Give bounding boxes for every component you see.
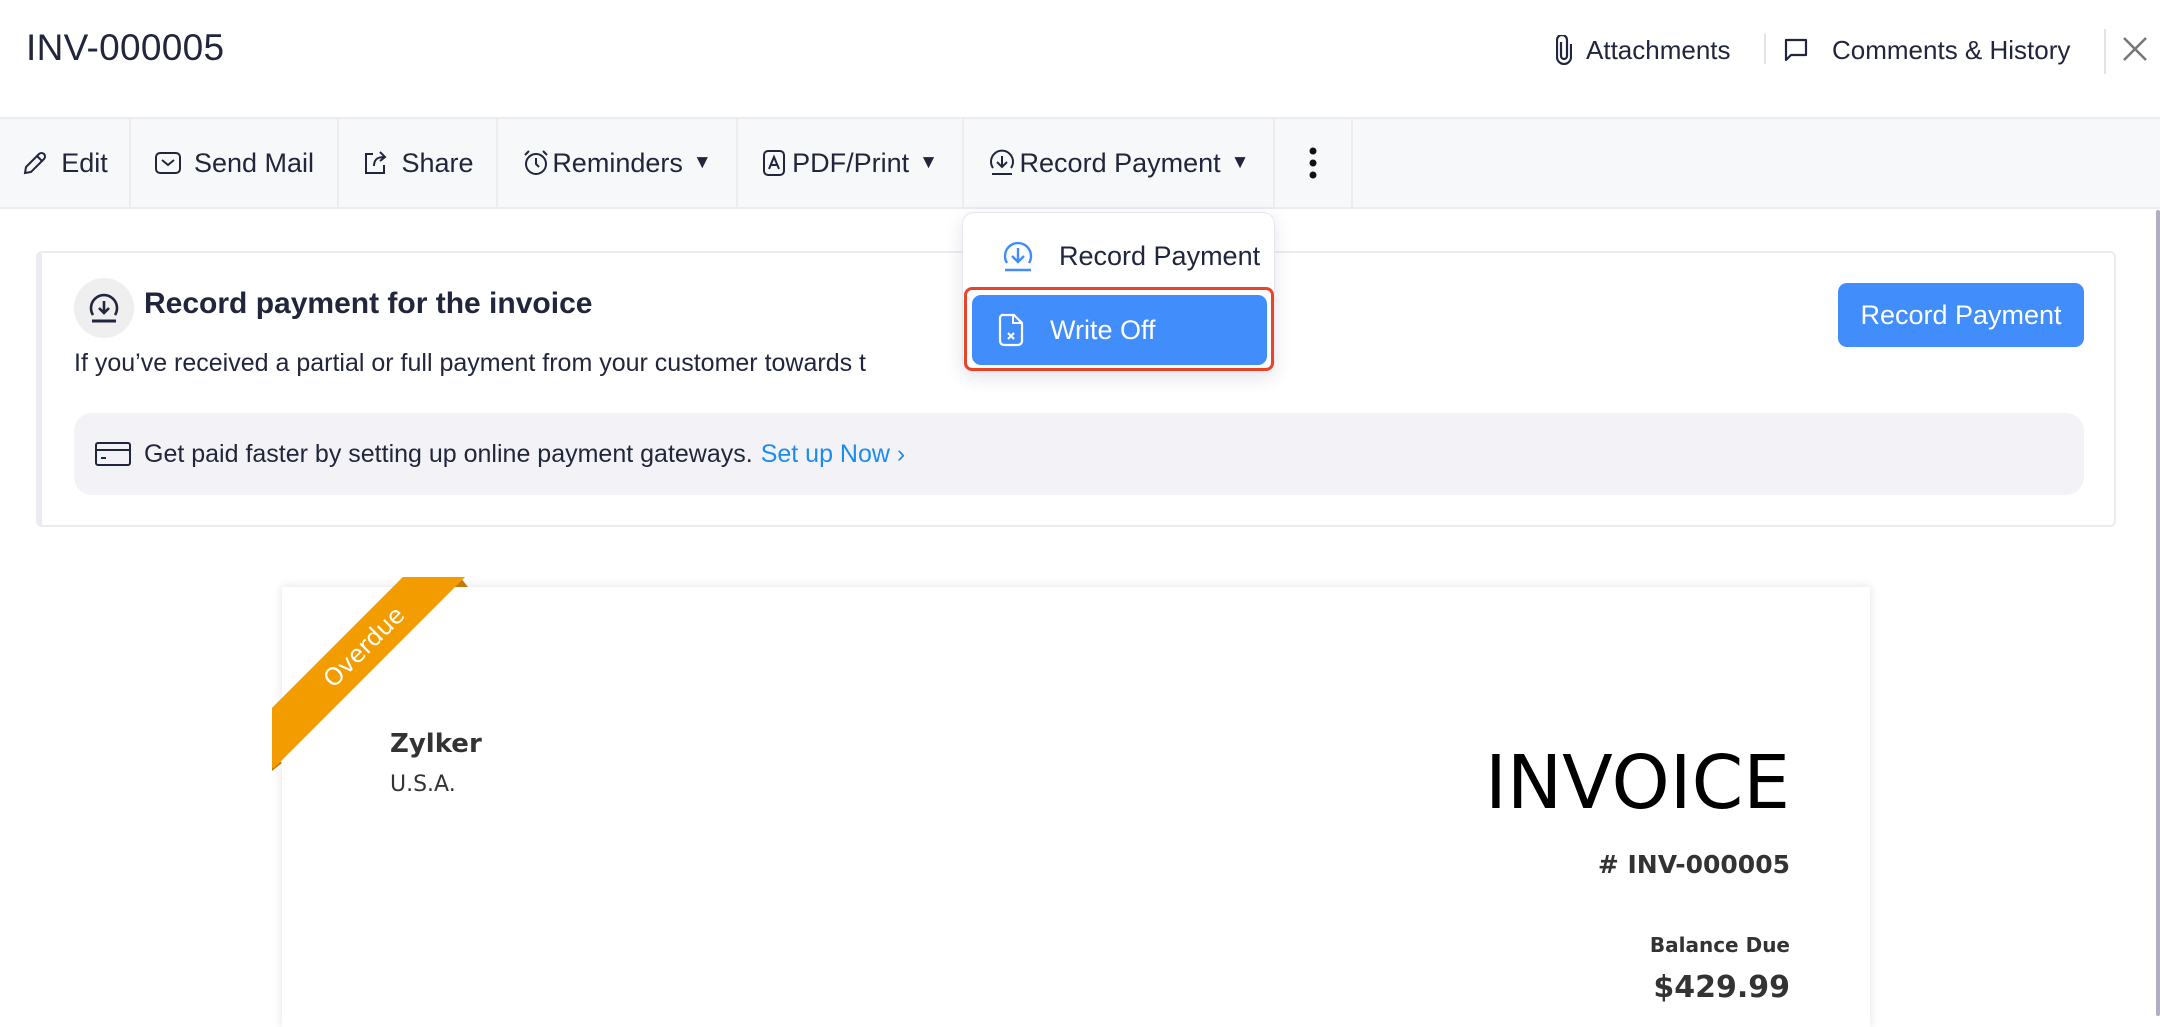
menu-item-write-off[interactable]: Write Off <box>972 295 1267 365</box>
card-description-start: If you’ve received a partial or full pay… <box>74 349 866 377</box>
overdue-badge: Overdue <box>272 577 472 769</box>
more-options-button[interactable] <box>1275 119 1353 207</box>
download-circle-icon <box>1003 241 1033 272</box>
gateway-text: Get paid faster by setting up online pay… <box>144 439 753 468</box>
header-divider <box>2104 29 2106 74</box>
menu-item-record-payment[interactable]: Record Payment <box>973 223 1266 289</box>
caret-down-icon: ▼ <box>919 152 938 173</box>
vertical-scrollbar[interactable] <box>2156 210 2160 1016</box>
attachments-label: Attachments <box>1586 34 1731 65</box>
more-vertical-icon <box>1309 147 1317 179</box>
page-title: INV-000005 <box>26 27 225 68</box>
header-divider <box>1764 34 1766 64</box>
status-ribbon: Overdue <box>272 577 472 777</box>
send-mail-button[interactable]: Send Mail <box>131 119 339 207</box>
caret-down-icon: ▼ <box>692 152 712 173</box>
set-up-now-link[interactable]: Set up Now › <box>761 440 906 469</box>
caret-down-icon: ▼ <box>1230 152 1250 173</box>
download-circle-icon <box>89 293 119 323</box>
card-title: Record payment for the invoice <box>144 287 593 320</box>
close-button[interactable] <box>2121 35 2153 67</box>
invoice-number: # INV-000005 <box>1597 850 1790 879</box>
pdf-print-label: PDF/Print <box>792 147 910 178</box>
attachments-button[interactable]: Attachments <box>1556 32 1731 68</box>
close-icon <box>2123 37 2147 61</box>
menu-item-label: Write Off <box>1050 314 1156 345</box>
pdf-print-button[interactable]: PDF/Print ▼ <box>738 119 964 207</box>
invoice-heading: INVOICE <box>1485 740 1790 826</box>
record-payment-menu: Record Payment Write Off <box>962 212 1275 372</box>
reminders-button[interactable]: Reminders ▼ <box>498 119 738 207</box>
comment-icon <box>1784 38 1808 62</box>
file-x-icon <box>998 313 1024 347</box>
balance-due-value: $429.99 <box>1653 970 1790 1005</box>
comments-label: Comments & History <box>1832 34 2071 65</box>
record-payment-dropdown-button[interactable]: Record Payment ▼ <box>964 119 1275 207</box>
alarm-clock-icon <box>524 150 549 175</box>
record-payment-card-icon <box>74 278 134 338</box>
reminders-label: Reminders <box>552 147 683 178</box>
share-icon <box>365 151 387 174</box>
share-button[interactable]: Share <box>339 119 498 207</box>
send-mail-label: Send Mail <box>193 147 315 178</box>
comments-history-button[interactable]: Comments & History <box>1782 32 2070 68</box>
pencil-icon <box>24 151 47 175</box>
payment-gateway-banner: Get paid faster by setting up online pay… <box>74 413 2084 495</box>
paperclip-icon <box>1556 35 1572 65</box>
share-label: Share <box>401 147 474 178</box>
mail-icon <box>154 152 181 174</box>
pdf-icon <box>763 150 786 176</box>
balance-due-label: Balance Due <box>1649 933 1790 957</box>
edit-button[interactable]: Edit <box>0 119 131 207</box>
record-payment-label: Record Payment <box>1019 147 1221 178</box>
page-header: INV-000005 Attachments Comments & Histor… <box>0 0 2160 117</box>
credit-card-icon <box>95 442 131 466</box>
download-circle-icon <box>989 149 1014 175</box>
toolbar: Edit Send Mail Share Reminders ▼ PDF/Pri… <box>0 117 2160 209</box>
record-payment-button[interactable]: Record Payment <box>1838 283 2084 347</box>
menu-item-label: Record Payment <box>1059 240 1261 271</box>
edit-label: Edit <box>61 147 108 178</box>
